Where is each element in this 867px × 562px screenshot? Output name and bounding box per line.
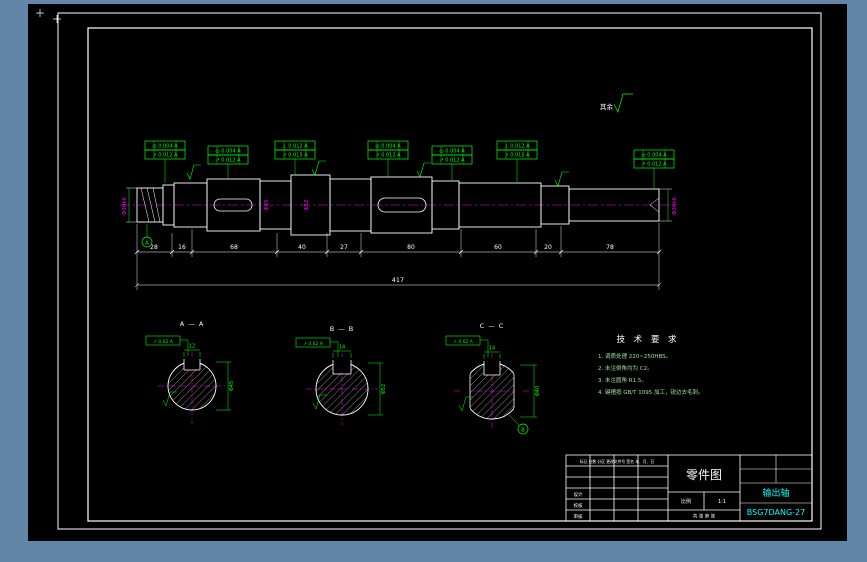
cad-window: 28 16 68 40 27 80 60 20 78 417 Φ30k6 Φ30… [0, 0, 867, 562]
doc-type: 零件图 [686, 468, 722, 482]
dim-text: 60 [494, 244, 502, 251]
fcf-text: ◎ 0.004 A [439, 149, 465, 155]
left-dia-text: Φ30k6 [122, 196, 128, 215]
mid-dia-text-1: Φ45 [264, 199, 270, 211]
sheet-info: 共 张 第 张 [693, 513, 716, 520]
revision-header: 标记 处数 分区 更改文件号 签名 年、月、日 [580, 459, 655, 464]
tech-req-title: 技 术 要 求 [616, 334, 679, 345]
fcf-text: ◎ 0.004 A [152, 144, 178, 150]
scale-value: 1:1 [718, 499, 726, 505]
flat-mask-left [462, 372, 470, 410]
datum-letter: A [145, 241, 149, 247]
rest-label: 其余 [600, 102, 614, 111]
section-dia-text: Φ45 [229, 381, 235, 391]
right-dia-text: Φ30k6 [672, 196, 678, 215]
fcf-text: ↗ 0.012 A [375, 153, 401, 159]
fcf-text: ↗ 0.012 A [439, 158, 465, 164]
fcf-text: ↗ 0.012 A [152, 153, 178, 159]
tech-req-line: 2. 未注倒角均为 C2。 [598, 364, 653, 372]
keyway-width-text: 12 [189, 344, 195, 350]
dim-text: 80 [407, 244, 415, 251]
design-label: 设计 [574, 491, 583, 498]
dim-text: 40 [298, 244, 306, 251]
keyway-mask [184, 356, 200, 370]
keyway-width-text: 14 [339, 345, 345, 351]
tech-req-line: 4. 键槽按 GB/T 1095 加工，锐边去毛刺。 [598, 388, 704, 396]
dim-text: 27 [340, 244, 348, 251]
section-datum-letter: B [521, 428, 525, 434]
check-label: 校核 [574, 502, 583, 509]
fcf-text: ↗ 0.012 A [641, 162, 667, 168]
tech-req-line: 1. 调质处理 220~250HBS。 [598, 352, 671, 360]
dim-text: 20 [544, 244, 552, 251]
scale-label: 比例 [681, 498, 691, 505]
section-label: C — C [480, 322, 505, 330]
keyway-width-text: 14 [489, 346, 495, 352]
drawing-number: BSG7DANG-27 [747, 508, 805, 517]
dim-text: 78 [606, 244, 614, 251]
fcf-text: ↗ 0.012 A [215, 158, 241, 164]
audit-label: 审核 [574, 513, 583, 520]
section-fcf-text: ↗ 0.02 A [303, 341, 324, 347]
part-name: 输出轴 [762, 487, 789, 499]
fcf-text: ◎ 0.004 A [375, 144, 401, 150]
keyway-mask [333, 357, 351, 373]
fcf-text: ↗ 0.015 A [504, 153, 530, 159]
section-dia-text: Φ52 [381, 384, 387, 394]
cad-drawing: 28 16 68 40 27 80 60 20 78 417 Φ30k6 Φ30… [0, 0, 867, 562]
fcf-text: ◎ 0.004 A [641, 153, 667, 159]
dim-text: 68 [230, 244, 238, 251]
flat-mask-right [514, 372, 522, 410]
dim-text: 16 [178, 244, 186, 251]
keyway-mask [484, 358, 500, 375]
fcf-text: ◎ 0.004 A [215, 149, 241, 155]
section-fcf-text: ↗ 0.02 A [453, 339, 474, 345]
section-fcf-text: ↗ 0.02 A [153, 339, 174, 345]
fcf-text: ⊥ 0.012 A [504, 144, 530, 150]
fcf-text: ⊥ 0.012 A [282, 144, 308, 150]
tech-req-line: 3. 未注圆角 R1.5。 [598, 376, 647, 384]
total-length-text: 417 [392, 276, 404, 284]
fcf-text: ↗ 0.015 A [282, 153, 308, 159]
section-label: A — A [180, 320, 205, 328]
mid-dia-text-2: Φ52 [304, 199, 310, 210]
section-dia-text: Φ40 [535, 386, 541, 396]
drawing-canvas[interactable] [28, 4, 847, 541]
section-label: B — B [330, 325, 355, 333]
